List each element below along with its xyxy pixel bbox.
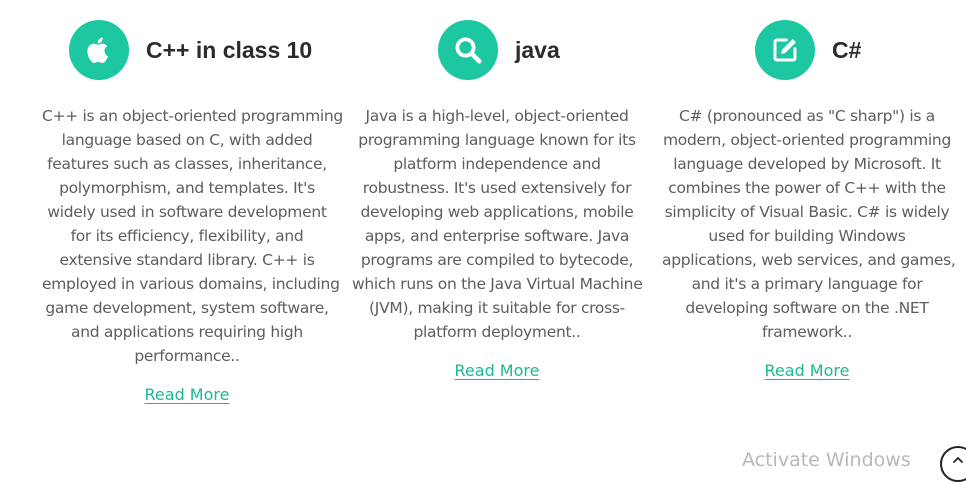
card-description: C++ is an object-oriented programming la… xyxy=(42,104,343,368)
description-line: performance.. xyxy=(134,347,240,365)
apple-icon xyxy=(69,20,129,80)
description-line: game development, system software, xyxy=(45,299,329,317)
read-more-link[interactable]: Read More xyxy=(145,385,230,404)
card-title: C# xyxy=(832,36,862,63)
description-line: C# (pronounced as "C sharp") is a xyxy=(679,107,935,125)
card-header: java xyxy=(438,20,560,80)
description-line: and it's a primary language for xyxy=(691,275,923,293)
description-line: language developed by Microsoft. It xyxy=(673,155,941,173)
description-line: features such as classes, inheritance, xyxy=(47,155,327,173)
card-description: C# (pronounced as "C sharp") is a modern… xyxy=(662,104,956,344)
description-line: platform independence and xyxy=(393,155,601,173)
description-line: used for building Windows xyxy=(708,227,906,245)
description-line: polymorphism, and templates. It's xyxy=(59,179,315,197)
description-line: C++ is an object-oriented programming xyxy=(42,107,343,125)
search-icon xyxy=(438,20,498,80)
description-line: robustness. It's used extensively for xyxy=(362,179,632,197)
description-line: modern, object-oriented programming xyxy=(662,131,951,149)
description-line: which runs on the Java Virtual Machine xyxy=(352,275,643,293)
read-more-link[interactable]: Read More xyxy=(455,361,540,380)
edit-icon xyxy=(755,20,815,80)
description-line: Java is a high-level, object-oriented xyxy=(365,107,629,125)
description-line: extensive standard library. C++ is xyxy=(59,251,315,269)
chevron-up-icon xyxy=(953,457,963,463)
description-line: widely used in software development xyxy=(47,203,327,221)
scroll-to-top-button[interactable] xyxy=(940,446,966,482)
description-line: programming language known for its xyxy=(358,131,636,149)
card-description: Java is a high-level, object-oriented pr… xyxy=(352,104,643,344)
description-line: combines the power of C++ with the xyxy=(668,179,946,197)
description-line: language based on C, with added xyxy=(61,131,313,149)
description-line: developing web applications, mobile xyxy=(360,203,634,221)
description-line: developing software on the .NET xyxy=(685,299,929,317)
description-line: applications, web services, and games, xyxy=(662,251,956,269)
read-more-link[interactable]: Read More xyxy=(765,361,850,380)
description-line: simplicity of Visual Basic. C# is widely xyxy=(664,203,950,221)
description-line: platform deployment.. xyxy=(413,323,581,341)
card-title: java xyxy=(515,36,560,63)
read-more-row: Read More xyxy=(662,361,952,380)
card-title: C++ in class 10 xyxy=(146,36,313,63)
description-line: employed in various domains, including xyxy=(42,275,340,293)
description-line: and applications requiring high xyxy=(71,323,303,341)
description-line: apps, and enterprise software. Java xyxy=(364,227,630,245)
description-line: programs are compiled to bytecode, xyxy=(360,251,634,269)
description-line: for its efficiency, flexibility, and xyxy=(70,227,304,245)
card-header: C# xyxy=(755,20,861,80)
read-more-row: Read More xyxy=(352,361,642,380)
read-more-row: Read More xyxy=(42,385,332,404)
description-line: (JVM), making it suitable for cross- xyxy=(369,299,625,317)
description-line: framework.. xyxy=(761,323,853,341)
card-header: C++ in class 10 xyxy=(69,20,312,80)
